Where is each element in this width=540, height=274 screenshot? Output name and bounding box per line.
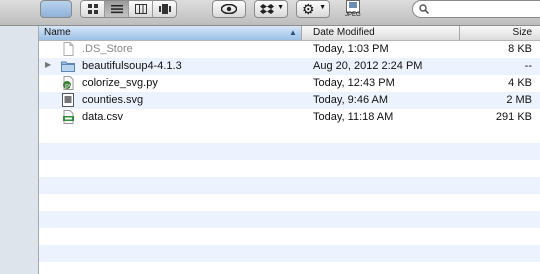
empty-row-stripe xyxy=(39,245,540,262)
view-mode-switcher xyxy=(80,0,177,18)
coverflow-icon xyxy=(158,4,171,14)
gear-icon: ⚙ xyxy=(302,1,315,17)
blank-document-icon xyxy=(63,42,74,56)
csv-file-icon xyxy=(63,110,74,124)
sort-ascending-icon: ▲ xyxy=(289,28,297,37)
date-column-header[interactable]: Date Modified xyxy=(313,27,375,38)
search-icon xyxy=(419,4,429,14)
search-field[interactable] xyxy=(412,0,540,18)
file-row-ds-store[interactable]: .DS_Store Today, 1:03 PM 8 KB xyxy=(39,41,540,58)
file-date: Today, 11:18 AM xyxy=(313,111,394,123)
sidebar[interactable] xyxy=(0,26,39,274)
dropbox-icon xyxy=(260,4,274,14)
name-column-label: Name xyxy=(44,27,71,38)
list-view-icon xyxy=(110,5,123,14)
file-row-data-csv[interactable]: data.csv Today, 11:18 AM 291 KB xyxy=(39,109,540,126)
chevron-down-icon: ▼ xyxy=(277,4,284,11)
file-size: 8 KB xyxy=(508,43,532,55)
column-header: Name ▲ Date Modified Size xyxy=(39,26,540,41)
dropbox-button[interactable]: ▼ xyxy=(254,0,288,18)
empty-row-stripe xyxy=(39,211,540,228)
size-column-header[interactable]: Size xyxy=(513,27,532,38)
chevron-down-icon: ▼ xyxy=(319,4,326,11)
file-name: beautifulsoup4-4.1.3 xyxy=(82,60,182,72)
coverflow-view-button[interactable] xyxy=(153,1,176,17)
jpeg-label: JPEG xyxy=(345,12,361,18)
file-size: 2 MB xyxy=(506,94,532,106)
name-column-header[interactable]: Name ▲ xyxy=(39,26,302,40)
file-row-colorize-svg[interactable]: py colorize_svg.py Today, 12:43 PM 4 KB xyxy=(39,75,540,92)
column-view-icon xyxy=(134,4,147,14)
column-view-button[interactable] xyxy=(129,1,153,17)
empty-row-stripe xyxy=(39,143,540,160)
file-name: colorize_svg.py xyxy=(82,77,158,89)
disclosure-triangle-icon[interactable]: ▶ xyxy=(45,60,51,69)
file-date: Today, 1:03 PM xyxy=(313,43,389,55)
finder-toolbar: ▼ ⚙ ▼ JPEG xyxy=(0,0,540,26)
file-size: -- xyxy=(524,60,532,72)
eye-icon xyxy=(221,4,237,14)
file-row-counties-svg[interactable]: counties.svg Today, 9:46 AM 2 MB xyxy=(39,92,540,109)
file-name: .DS_Store xyxy=(82,43,133,55)
icon-view-button[interactable] xyxy=(81,1,105,17)
path-button[interactable] xyxy=(40,0,72,18)
file-name: counties.svg xyxy=(82,94,144,106)
file-list: .DS_Store Today, 1:03 PM 8 KB ▶ beautifu… xyxy=(39,41,540,126)
column-divider[interactable] xyxy=(459,26,460,40)
file-date: Today, 12:43 PM xyxy=(313,77,395,89)
file-row-beautifulsoup[interactable]: ▶ beautifulsoup4-4.1.3 Aug 20, 2012 2:24… xyxy=(39,58,540,75)
file-size: 4 KB xyxy=(508,77,532,89)
action-menu-button[interactable]: ⚙ ▼ xyxy=(296,0,330,18)
svg-text:py: py xyxy=(65,83,73,90)
file-date: Today, 9:46 AM xyxy=(313,94,389,106)
empty-row-stripe xyxy=(39,177,540,194)
file-size: 291 KB xyxy=(495,111,532,123)
icon-view-icon xyxy=(87,4,98,14)
python-file-icon: py xyxy=(63,76,74,90)
file-name: data.csv xyxy=(82,111,123,123)
jpeg-toolbar-item[interactable]: JPEG xyxy=(344,0,362,20)
folder-icon xyxy=(61,61,75,72)
list-view-button[interactable] xyxy=(105,1,129,17)
svg-file-icon xyxy=(62,93,74,107)
file-date: Aug 20, 2012 2:24 PM xyxy=(313,60,423,72)
quick-look-button[interactable] xyxy=(212,0,246,18)
